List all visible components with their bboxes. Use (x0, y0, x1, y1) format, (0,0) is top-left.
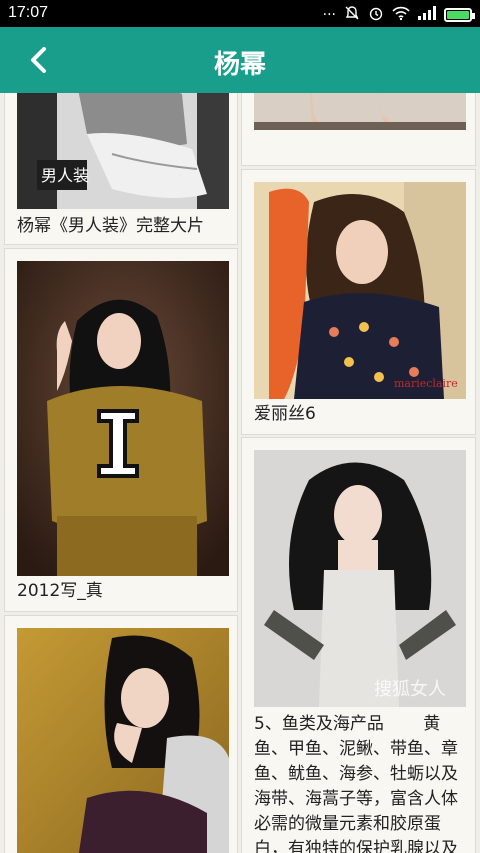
photo-caption: 杨幂《男人装》完整大片 (17, 216, 204, 236)
photo-card[interactable]: marieclaire 爱丽丝6 (241, 169, 476, 435)
photo-card[interactable] (241, 93, 476, 166)
photo-caption: 爱丽丝6 (254, 404, 316, 424)
status-time: 17:07 (8, 4, 49, 21)
page-title: 杨幂 (213, 50, 266, 80)
watermark-text: 男人装 (41, 166, 89, 185)
status-bar: 17:07 ··· (0, 0, 480, 27)
photo-card[interactable]: 搜狐女人 5、鱼类及海产品 黄鱼、甲鱼、泥鳅、带鱼、章鱼、鱿鱼、海参、牡蛎以及海… (241, 437, 476, 853)
app-bar: 杨幂 (0, 27, 480, 93)
dots-icon: ··· (322, 7, 336, 23)
battery-icon (444, 8, 475, 22)
photo-image: 男人装 (17, 93, 229, 209)
photo-caption: 2012写_真 (17, 581, 103, 601)
watermark-text: marieclaire (394, 377, 458, 390)
mute-icon (344, 5, 360, 25)
wifi-icon (392, 5, 410, 25)
photo-image (17, 261, 229, 576)
status-icons: ··· (322, 5, 475, 25)
photo-image (17, 628, 229, 853)
photo-card[interactable]: 2012写_真 (4, 248, 238, 612)
alarm-icon (368, 5, 384, 25)
photo-caption: 5、鱼类及海产品 黄鱼、甲鱼、泥鳅、带鱼、章鱼、鱿鱼、海参、牡蛎以及海带、海蒿子… (254, 714, 458, 853)
photo-image (254, 93, 466, 130)
signal-icon (418, 6, 436, 24)
photo-image: 搜狐女人 (254, 450, 466, 707)
photo-card[interactable] (4, 615, 238, 853)
photo-card[interactable]: 男人装 杨幂《男人装》完整大片 (4, 93, 238, 245)
photo-image: marieclaire (254, 182, 466, 399)
watermark-text: 搜狐女人 (374, 679, 446, 700)
photo-feed[interactable]: 男人装 杨幂《男人装》完整大片 2012写_真 marieclaire 爱丽丝6… (0, 93, 480, 853)
